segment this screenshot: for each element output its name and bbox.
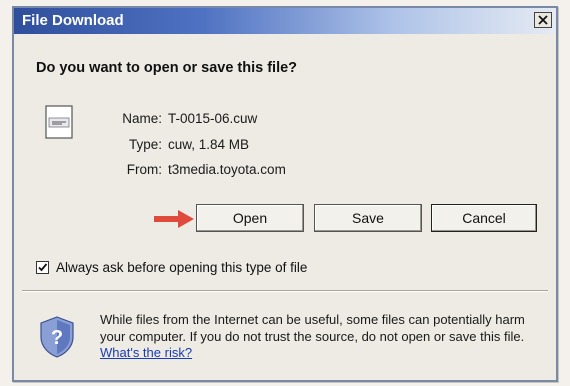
- file-from-row: From: t3media.toyota.com: [92, 162, 392, 178]
- from-value: t3media.toyota.com: [168, 162, 286, 177]
- name-value: T-0015-06.cuw: [168, 111, 258, 126]
- name-label: Name:: [122, 111, 162, 126]
- file-download-dialog: File Download Do you want to open or sav…: [12, 6, 558, 382]
- arrow-right-icon: [154, 210, 194, 228]
- whats-the-risk-link[interactable]: What's the risk?: [100, 345, 192, 360]
- file-type-row: Type: cuw, 1.84 MB: [92, 137, 392, 153]
- security-warning: While files from the Internet can be use…: [100, 312, 546, 362]
- svg-text:?: ?: [51, 327, 63, 349]
- dialog-question: Do you want to open or save this file?: [36, 60, 298, 76]
- save-button[interactable]: Save: [314, 204, 422, 232]
- divider: [22, 290, 548, 292]
- always-ask-option[interactable]: Always ask before opening this type of f…: [36, 260, 436, 276]
- close-icon: [538, 15, 548, 25]
- from-label: From:: [126, 162, 162, 177]
- cancel-button[interactable]: Cancel: [431, 204, 537, 232]
- always-ask-checkbox[interactable]: [36, 261, 49, 274]
- close-button[interactable]: [534, 12, 552, 28]
- checkmark-icon: [38, 263, 48, 272]
- always-ask-label: Always ask before opening this type of f…: [56, 260, 308, 275]
- window-title: File Download: [22, 12, 124, 29]
- open-button[interactable]: Open: [196, 204, 304, 232]
- type-label: Type:: [128, 137, 162, 152]
- shield-question-icon: ?: [40, 316, 74, 358]
- type-value: cuw, 1.84 MB: [168, 137, 250, 152]
- title-bar[interactable]: File Download: [14, 8, 556, 34]
- warning-text: While files from the Internet can be use…: [100, 312, 525, 344]
- file-icon: [45, 105, 73, 139]
- file-name-row: Name: T-0015-06.cuw: [92, 111, 392, 127]
